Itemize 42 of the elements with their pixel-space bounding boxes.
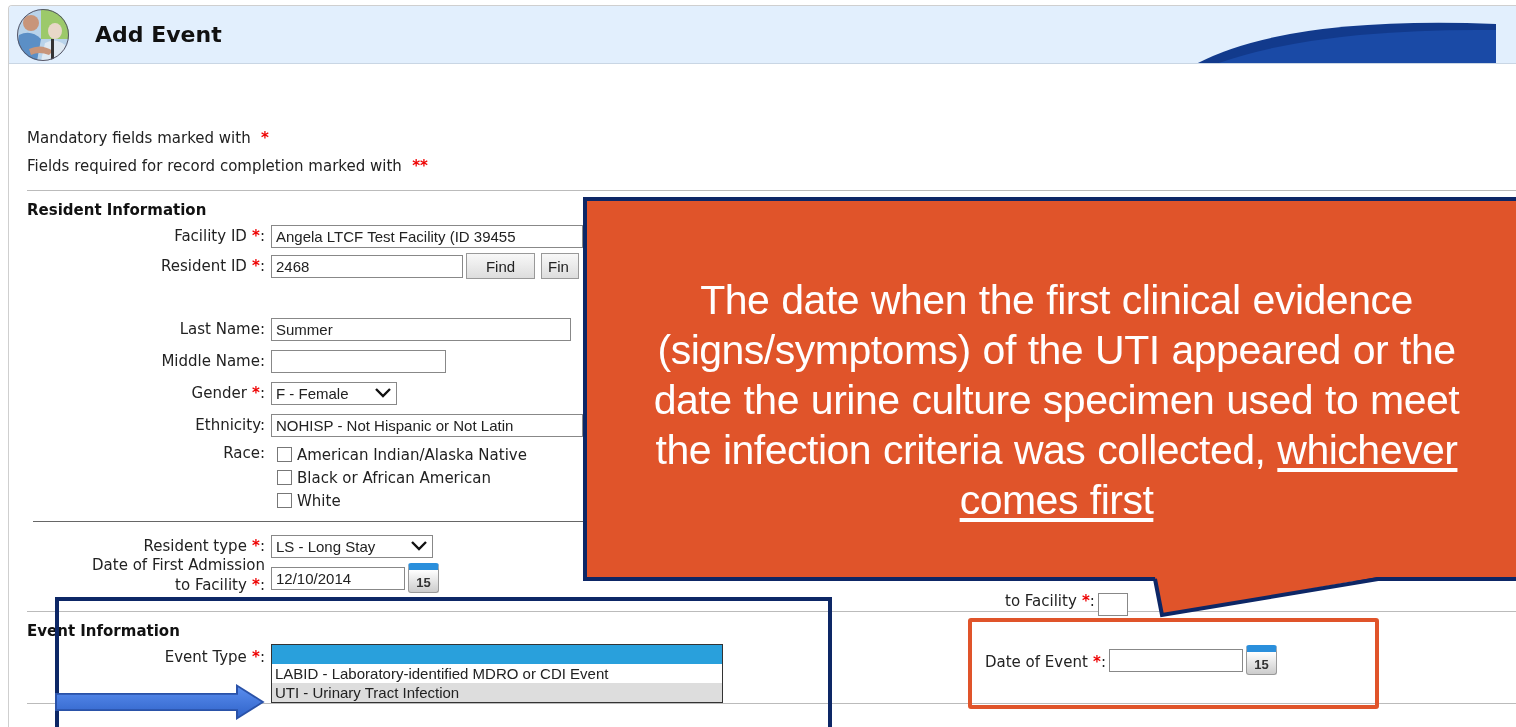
field-label: Resident type *: (142, 536, 265, 556)
field-label: Last Name: (178, 319, 265, 339)
checkbox-label: White (297, 491, 341, 510)
date-field[interactable]: 12/10/2014 (271, 566, 405, 590)
select-field[interactable]: LS - Long Stay (271, 534, 433, 558)
checkbox[interactable] (277, 447, 292, 462)
text-field[interactable]: Angela LTCF Test Facility (ID 39455 (271, 224, 583, 248)
event-type-list[interactable]: LABID - Laboratory-identified MDRO or CDI Event UTI - Urinary Tract Infection (271, 644, 723, 703)
legend-text: Fields required for record completion marked with ** (27, 156, 429, 177)
find-button[interactable]: Fin (541, 253, 579, 279)
page-title: Add Event (95, 22, 222, 47)
chevron-icon (374, 387, 392, 399)
list-option[interactable]: LABID - Laboratory-identified MDRO or CDI Event (272, 664, 722, 683)
checkbox[interactable] (277, 470, 292, 485)
field-label: Gender *: (190, 383, 265, 403)
field-label: Race: (222, 443, 265, 463)
field-label: Resident ID *: (160, 256, 265, 276)
text-field[interactable]: 2468 (271, 254, 463, 278)
chevron-icon (410, 540, 428, 552)
calendar-button[interactable]: 15 (1245, 645, 1277, 675)
select-field[interactable]: F - Female (271, 381, 397, 405)
date-field[interactable] (1108, 648, 1243, 672)
text-field[interactable]: Summer (271, 317, 571, 341)
date-field[interactable] (1097, 592, 1128, 616)
checkbox-label: Black or African American (297, 468, 491, 487)
section-heading: Resident Information (27, 201, 208, 219)
list-option[interactable]: UTI - Urinary Tract Infection (272, 683, 722, 702)
field-label: Date of Event *: (985, 651, 1106, 672)
field-label: Event Type *: (163, 647, 265, 667)
legend-text: Mandatory fields marked with * (27, 128, 270, 149)
checkbox-label: American Indian/Alaska Native (297, 445, 527, 464)
text-field[interactable] (271, 349, 446, 373)
field-label: Date of First Admission to Facility *: (91, 555, 265, 595)
find-button[interactable]: Find (466, 253, 535, 279)
callout-text: The date when the first clinical evidence (signs/symptoms) of the UTI appeared or the date the urine culture specimen used to meet the infection criteria was collected, whichever comes first (653, 276, 1460, 525)
field-label: Facility ID *: (173, 226, 265, 246)
field-label: Middle Name: (160, 351, 265, 371)
calendar-button[interactable]: 15 (408, 563, 439, 593)
checkbox[interactable] (277, 493, 292, 508)
field-label: Ethnicity: (194, 415, 265, 435)
text-field[interactable]: NOHISP - Not Hispanic or Not Latin (271, 413, 583, 437)
field-label: to Facility *: (1005, 591, 1095, 611)
